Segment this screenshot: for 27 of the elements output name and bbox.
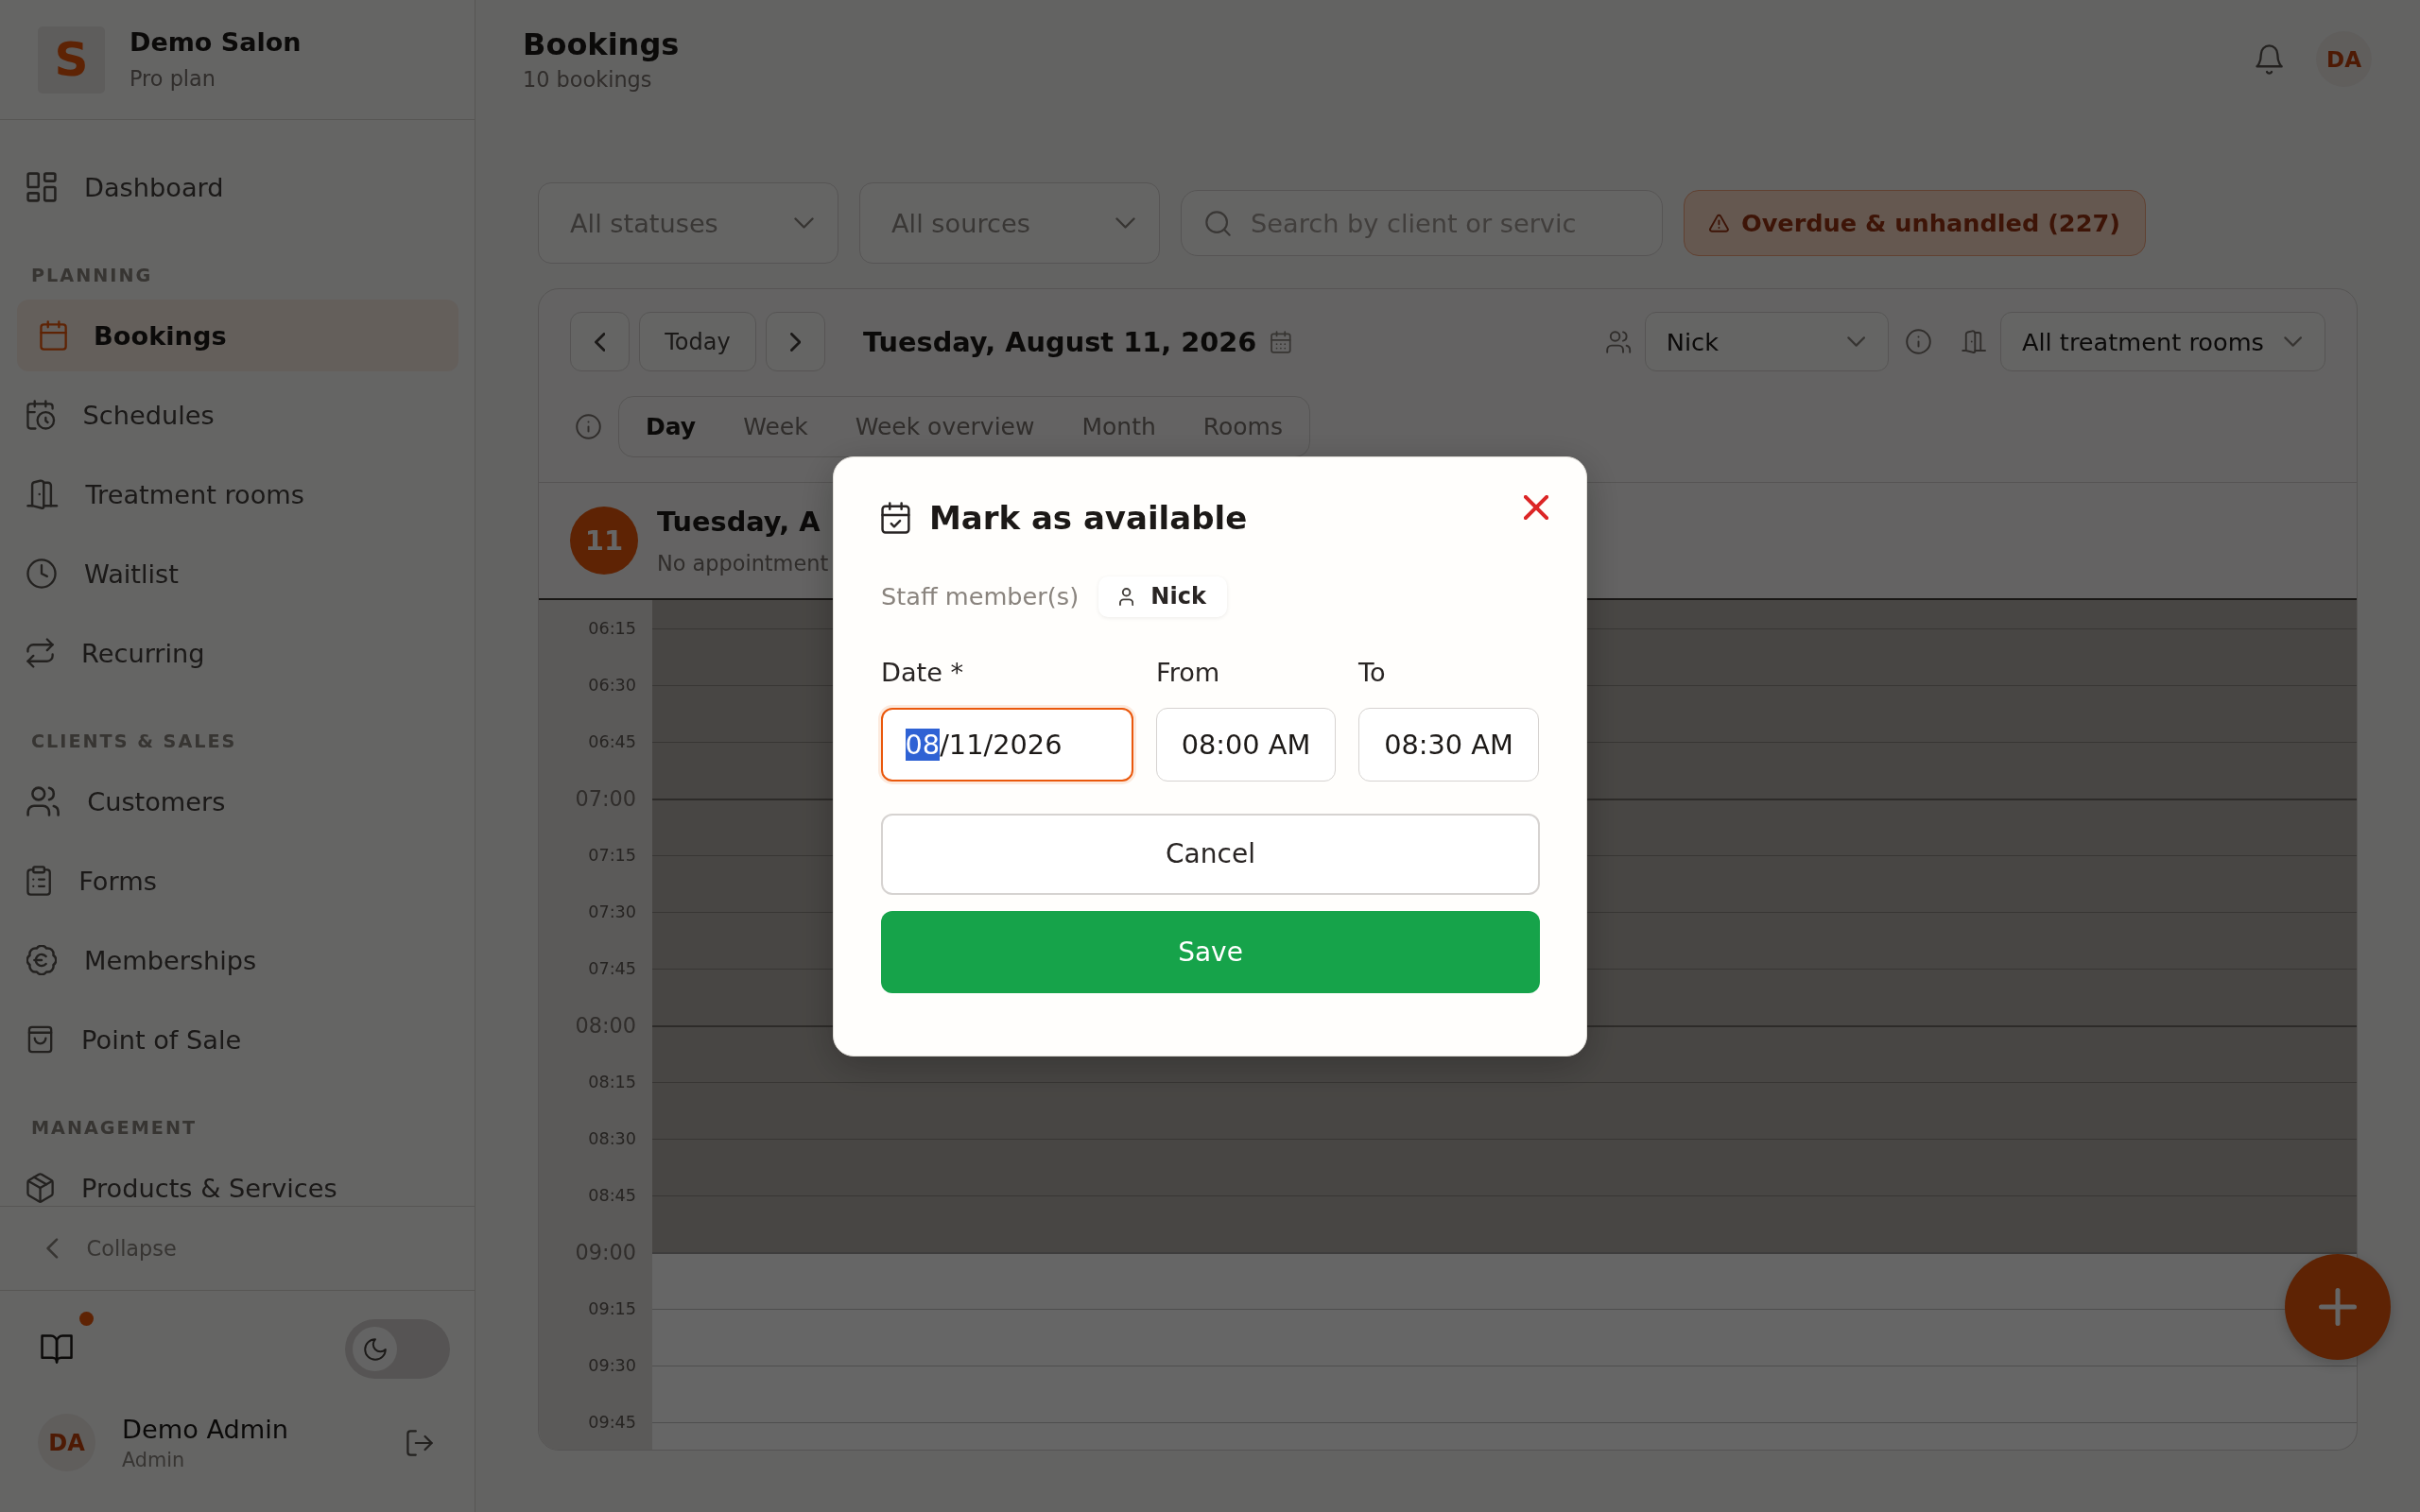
time-label: 08:15 xyxy=(588,1073,636,1091)
plan-label: Pro plan xyxy=(130,65,216,93)
time-label: 06:30 xyxy=(588,676,636,695)
time-label: 06:45 xyxy=(588,732,636,751)
user-name: Demo Admin xyxy=(122,1413,289,1446)
modal-title: Mark as available xyxy=(928,498,1248,537)
time-label: 08:45 xyxy=(588,1186,636,1205)
field-label: Staff member(s) xyxy=(881,582,1080,610)
time-label: 07:15 xyxy=(588,846,636,865)
time-label: 08:30 xyxy=(588,1129,636,1148)
brand-logo: S xyxy=(38,26,105,94)
brand-name: Demo Salon xyxy=(130,26,302,59)
day-subtitle: No appointment xyxy=(657,550,829,576)
day-number: 11 xyxy=(570,507,638,575)
field-label: Date * xyxy=(881,658,965,687)
time-label: 07:30 xyxy=(588,902,636,921)
time-label: 09:45 xyxy=(588,1413,636,1432)
time-label: 09:15 xyxy=(588,1299,636,1318)
field-label: To xyxy=(1358,658,1387,687)
day-title: Tuesday, A xyxy=(657,505,821,539)
time-label: 09:30 xyxy=(588,1356,636,1375)
date-title: Tuesday, August 11, 2026 xyxy=(863,325,1257,358)
staff-name: Nick xyxy=(1150,583,1206,610)
time-label: 07:45 xyxy=(588,959,636,978)
page-title: Bookings xyxy=(523,26,680,62)
time-label: 06:15 xyxy=(588,619,636,638)
field-label: From xyxy=(1156,658,1221,687)
